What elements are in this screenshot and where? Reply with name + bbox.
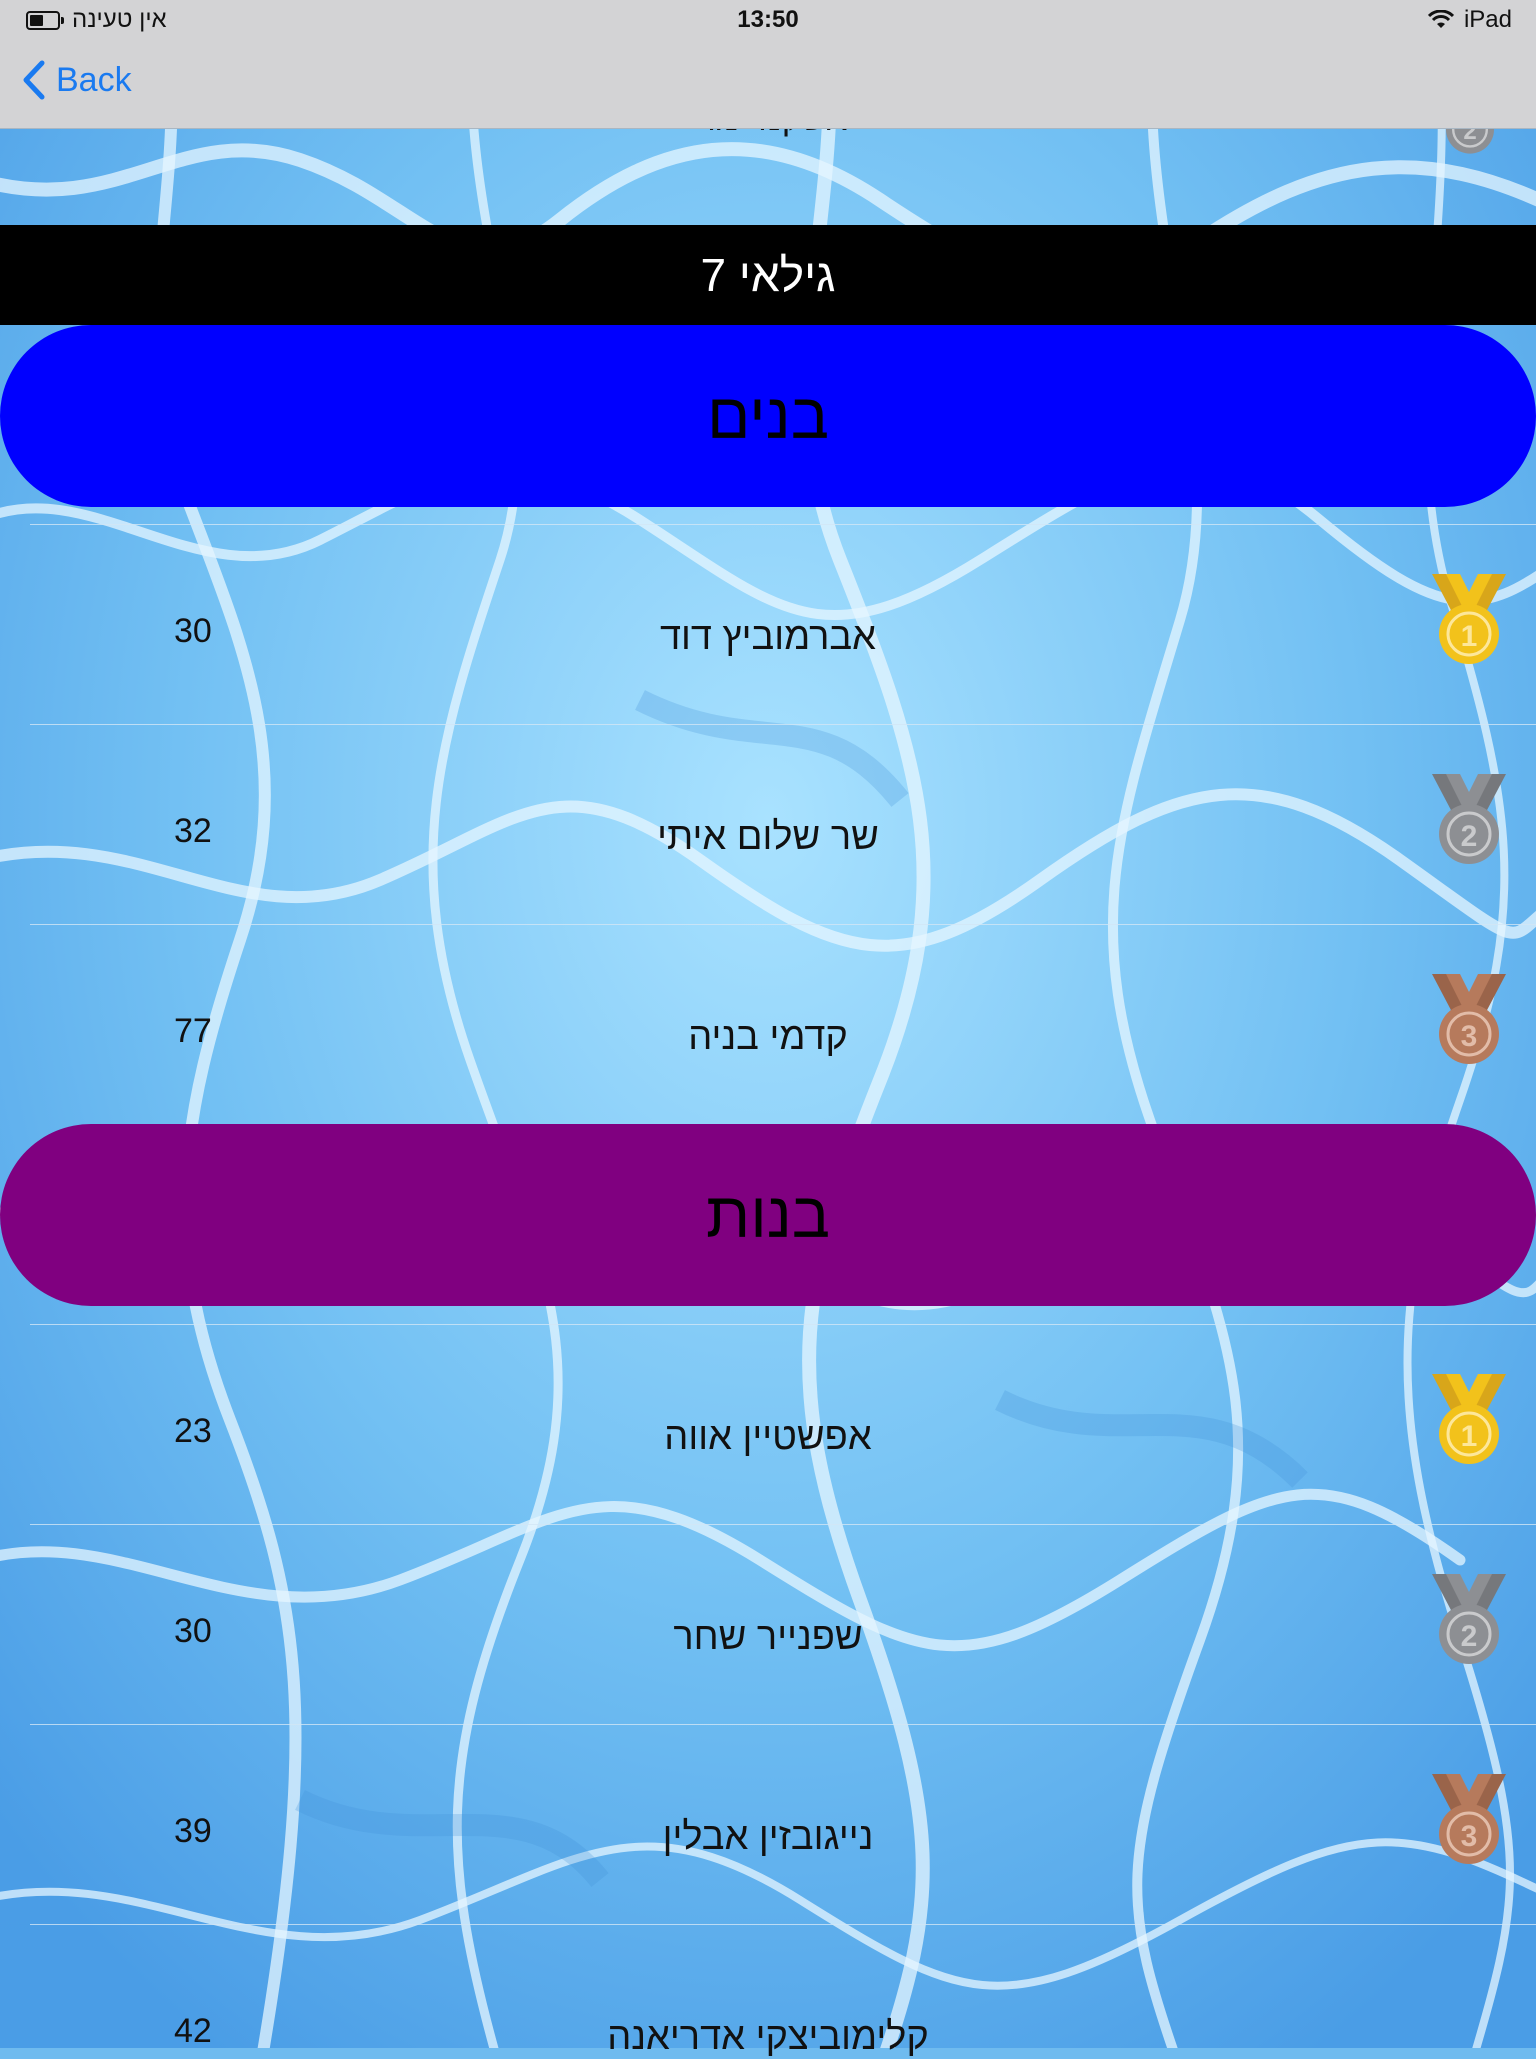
- silver-medal-icon: 2: [1432, 774, 1506, 864]
- swimmer-name: נייגובזין אבלין: [662, 1816, 874, 1858]
- status-bar: אין טעינה 13:50 iPad: [0, 0, 1536, 40]
- chevron-left-icon: [23, 60, 45, 100]
- result-row[interactable]: 30 שפנייר שחר 2: [0, 1524, 1536, 1724]
- svg-text:1: 1: [1461, 620, 1478, 653]
- bronze-medal-icon: 3: [1432, 974, 1506, 1064]
- swimmer-name: אפשטיין אווה: [664, 1416, 872, 1458]
- back-button[interactable]: Back: [22, 60, 132, 100]
- silver-medal-icon: 2: [1432, 1574, 1506, 1664]
- swimmer-name: קדמי בניה: [688, 1016, 848, 1058]
- row-separator: [30, 1924, 1536, 1925]
- svg-text:2: 2: [1461, 820, 1478, 853]
- row-separator: [30, 1324, 1536, 1325]
- swimmer-name: שר שלום איתי: [657, 816, 879, 858]
- gold-medal-icon: 1: [1432, 574, 1506, 664]
- svg-text:3: 3: [1461, 1820, 1478, 1853]
- navigation-header: אין טעינה 13:50 iPad Back: [0, 0, 1536, 129]
- row-separator: [30, 724, 1536, 725]
- back-label: Back: [56, 60, 132, 99]
- boys-section-header: בנים: [0, 325, 1536, 507]
- svg-text:2: 2: [1461, 1620, 1478, 1653]
- row-separator: [30, 924, 1536, 925]
- swimmer-name: שפנייר שחר: [673, 1616, 863, 1658]
- row-separator: [30, 1524, 1536, 1525]
- age-group-header: גילאי 7: [0, 225, 1536, 325]
- status-time: 13:50: [737, 6, 799, 33]
- svg-text:3: 3: [1461, 1020, 1478, 1053]
- result-row[interactable]: 23 אפשטיין אווה 1: [0, 1324, 1536, 1524]
- status-right: iPad: [1427, 6, 1512, 34]
- row-separator: [30, 524, 1536, 525]
- girls-section-header: בנות: [0, 1124, 1536, 1306]
- gold-medal-icon: 1: [1432, 1374, 1506, 1464]
- result-row[interactable]: 39 נייגובזין אבלין 3: [0, 1724, 1536, 1924]
- result-row[interactable]: 42 קלימוביצקי אדריאנה: [0, 1924, 1536, 2058]
- result-row[interactable]: 77 קדמי בניה 3: [0, 924, 1536, 1124]
- row-separator: [30, 1724, 1536, 1725]
- swimmer-name: אברמוביץ דוד: [659, 616, 877, 658]
- result-row[interactable]: 32 שר שלום איתי 2: [0, 724, 1536, 924]
- result-row[interactable]: 30 אברמוביץ דוד 1: [0, 524, 1536, 724]
- wifi-icon: [1427, 10, 1454, 28]
- device-name: iPad: [1463, 6, 1512, 33]
- swimmer-name: קלימוביצקי אדריאנה: [607, 2016, 929, 2058]
- bronze-medal-icon: 3: [1432, 1774, 1506, 1864]
- svg-text:1: 1: [1461, 1420, 1478, 1453]
